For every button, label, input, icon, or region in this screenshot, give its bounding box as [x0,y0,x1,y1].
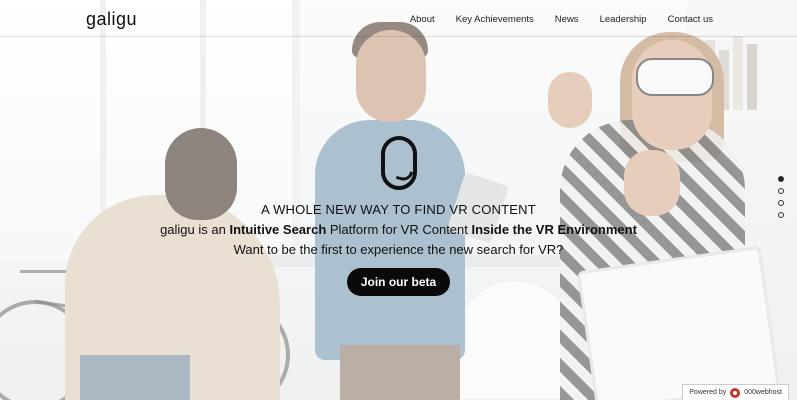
hero-headline: A WHOLE NEW WAY TO FIND VR CONTENT [261,202,536,217]
hero-tagline: galigu is an Intuitive Search Platform f… [0,222,797,237]
galigu-mark-icon [380,136,417,190]
pager-dot-2[interactable] [778,188,784,194]
join-beta-button[interactable]: Join our beta [346,268,451,296]
section-pager [778,176,784,218]
tagline-part-2: Platform for VR Content [326,222,472,237]
nav-link-about[interactable]: About [410,14,435,25]
tagline-part-1: galigu is an [160,222,230,237]
brand-logo[interactable]: galigu [86,9,137,30]
hero-section: A WHOLE NEW WAY TO FIND VR CONTENT galig… [0,136,797,296]
pager-dot-4[interactable] [778,212,784,218]
hero-question: Want to be the first to experience the n… [233,242,564,257]
powered-by-badge[interactable]: Powered by 000webhost [682,384,789,400]
nav-link-key-achievements[interactable]: Key Achievements [456,14,534,25]
top-navigation: galigu About Key Achievements News Leade… [0,0,797,37]
tagline-emphasis-2: Inside the VR Environment [471,222,637,237]
webhost-logo-icon [730,387,741,398]
powered-by-label: Powered by [689,389,727,396]
pager-dot-1[interactable] [778,176,784,182]
webhost-name: 000webhost [744,389,782,396]
nav-link-leadership[interactable]: Leadership [600,14,647,25]
pager-dot-3[interactable] [778,200,784,206]
nav-links: About Key Achievements News Leadership C… [410,14,713,25]
nav-link-news[interactable]: News [555,14,579,25]
nav-link-contact-us[interactable]: Contact us [668,14,713,25]
tagline-emphasis-1: Intuitive Search [229,222,327,237]
